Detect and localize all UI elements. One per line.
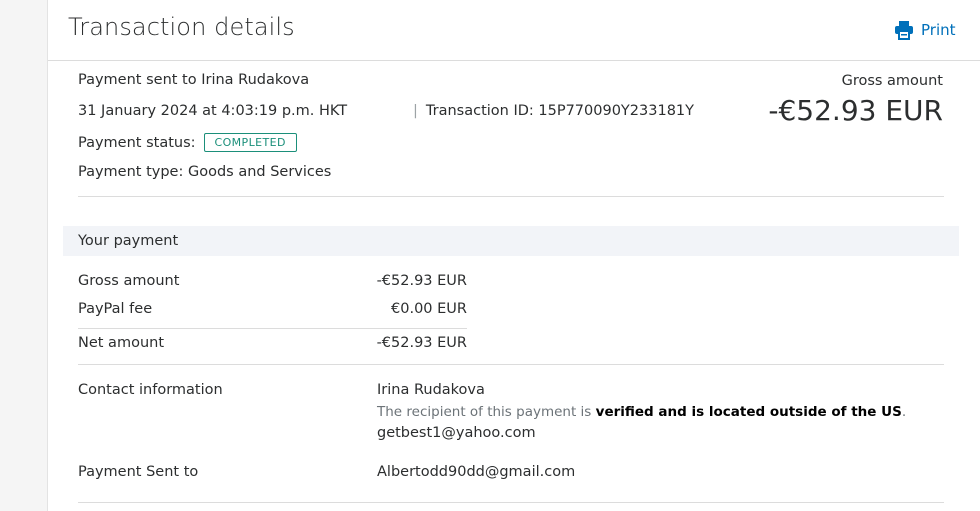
- header-bar: Transaction details Print: [48, 0, 980, 61]
- contact-note-verified: verified and is located outside of the U…: [595, 404, 902, 420]
- net-amount-row-value: -€52.93 EUR: [376, 335, 467, 351]
- transaction-datetime: 31 January 2024 at 4:03:19 p.m. HKT: [78, 103, 348, 119]
- your-payment-heading: Your payment: [78, 233, 179, 249]
- your-payment-header: Your payment: [63, 226, 959, 256]
- contact-info-label: Contact information: [78, 382, 223, 398]
- fee-divider: [78, 328, 467, 329]
- separator: |: [413, 103, 418, 119]
- transaction-id-group: | Transaction ID: 15P770090Y233181Y: [413, 103, 694, 119]
- print-button[interactable]: Print: [894, 20, 956, 40]
- transaction-details-panel: Transaction details Print Payment sent t…: [47, 0, 980, 511]
- printer-icon: [894, 20, 914, 40]
- contact-note: The recipient of this payment is verifie…: [377, 404, 906, 420]
- payment-sent-to-label: Payment Sent to: [78, 464, 199, 480]
- payment-sent-to-email: Albertodd90dd@gmail.com: [377, 464, 576, 480]
- gross-amount-label: Gross amount: [841, 73, 943, 89]
- net-amount-row-label: Net amount: [78, 335, 165, 351]
- contact-name: Irina Rudakova: [377, 382, 485, 398]
- gross-amount-row-value: -€52.93 EUR: [376, 273, 467, 289]
- payment-status-group: Payment status: COMPLETED: [78, 133, 297, 152]
- print-label: Print: [921, 21, 956, 39]
- contact-email: getbest1@yahoo.com: [377, 425, 536, 441]
- transaction-id: Transaction ID: 15P770090Y233181Y: [425, 103, 694, 119]
- contact-note-prefix: The recipient of this payment is: [377, 404, 596, 420]
- summary-divider: [78, 196, 944, 197]
- net-divider: [78, 364, 944, 365]
- contact-note-suffix: .: [901, 404, 907, 420]
- recipient-line: Payment sent to Irina Rudakova: [78, 72, 310, 88]
- gross-amount-value: -€52.93 EUR: [768, 94, 943, 127]
- payment-type: Payment type: Goods and Services: [78, 164, 332, 180]
- gross-amount-row-label: Gross amount: [78, 273, 180, 289]
- payment-status-label: Payment status:: [78, 135, 196, 151]
- status-badge: COMPLETED: [203, 133, 297, 152]
- paypal-fee-row-label: PayPal fee: [78, 301, 153, 317]
- paypal-fee-row-value: €0.00 EUR: [391, 301, 467, 317]
- bottom-divider: [78, 502, 944, 503]
- page-title: Transaction details: [68, 13, 295, 41]
